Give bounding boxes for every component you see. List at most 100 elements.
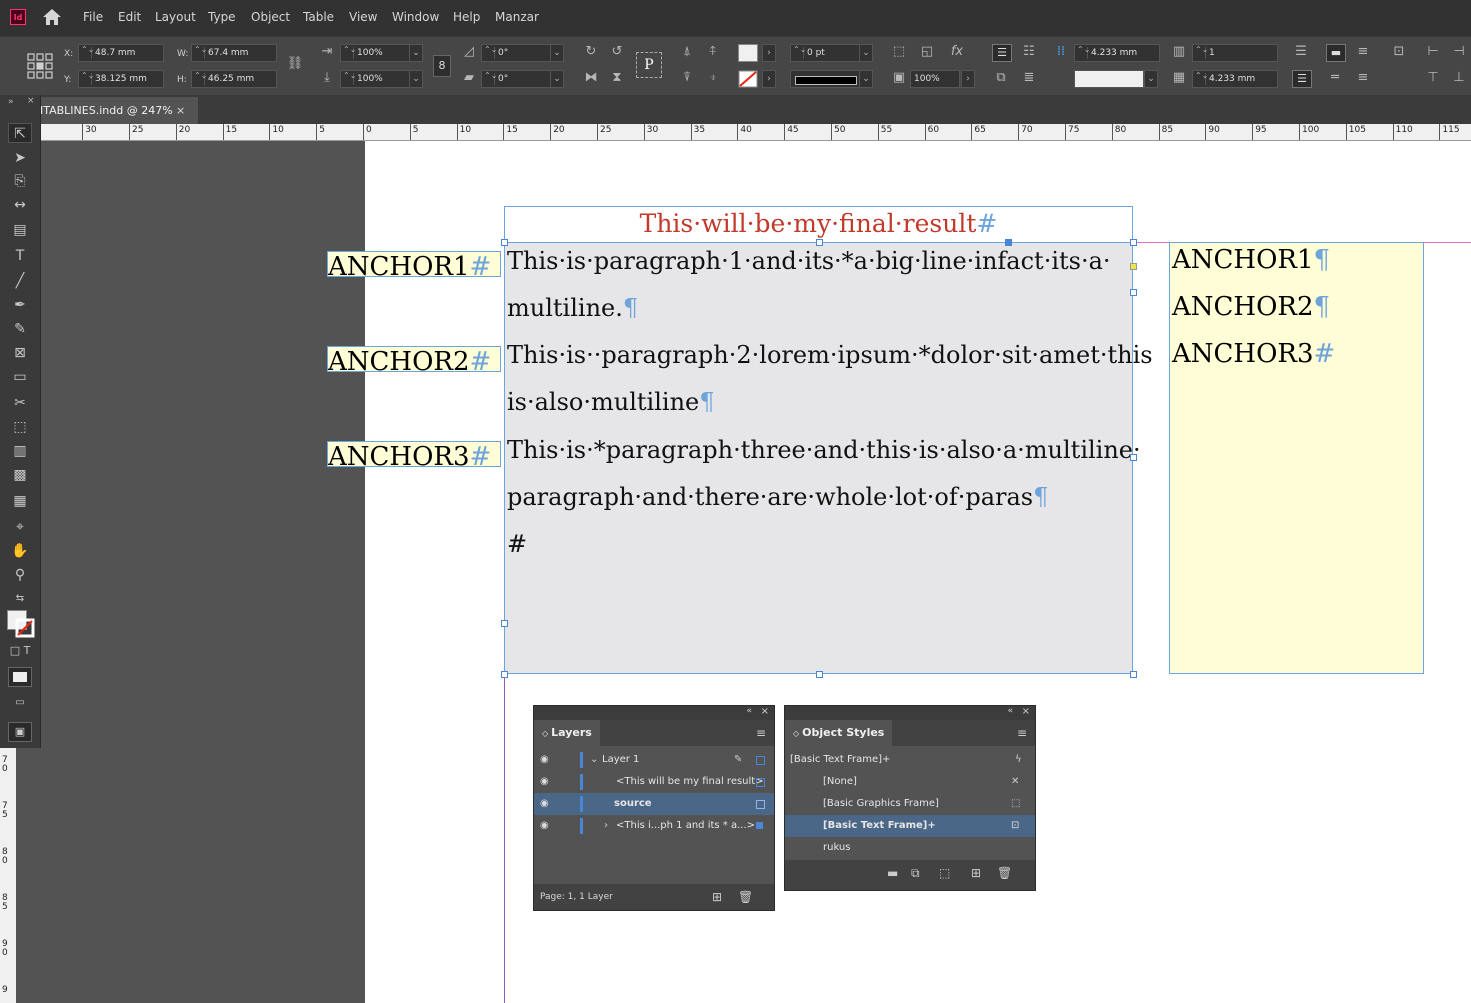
collapse-toolbox-icon[interactable]: » [8,97,14,107]
content-reference-icon[interactable]: P [636,52,662,78]
balance-columns-icon[interactable]: ═ [1326,70,1344,88]
scale-y-field[interactable]: ⌃⌄ 100% [340,70,410,88]
note-tool-icon[interactable]: ▦ [8,491,32,511]
stroke-weight-dropdown[interactable]: ⌄ [859,44,873,62]
visibility-eye-icon[interactable]: ◉ [540,749,549,771]
select-content-icon[interactable]: ⍏ [704,44,722,62]
fill-swatch[interactable] [738,44,758,62]
anchor-frame-2[interactable]: ANCHOR2# [327,346,501,372]
align-top-icon[interactable]: ☰ [992,44,1012,62]
clear-attributes-icon[interactable]: ⬚ [939,860,950,886]
main-text-frame[interactable]: This·is·paragraph·1·and·its·*a·big·line·… [504,242,1153,674]
columns-field[interactable]: ⌃⌄ 1 [1192,44,1278,62]
layer-row-4[interactable]: ◉ › <This i...ph 1 and its * a...> [534,815,774,837]
visibility-eye-icon[interactable]: ◉ [540,771,549,793]
rotation-dropdown[interactable]: ⌄ [550,44,564,62]
stroke-weight-field[interactable]: ⌃⌄ 0 pt [790,44,860,62]
title-text-frame[interactable]: This·will·be·my·final·result# [504,206,1133,243]
flip-vertical-icon[interactable]: ⧗ [608,70,626,88]
anchor-frame-3[interactable]: ANCHOR3# [327,441,501,467]
eyedropper-tool-icon[interactable]: ⌖ [8,517,32,537]
gap-tool-icon[interactable]: ↔ [8,195,32,215]
free-transform-tool-icon[interactable]: ⬚ [8,417,32,437]
menu-table[interactable]: Table [303,10,334,24]
handle-left-middle[interactable] [501,620,508,627]
type-tool-icon[interactable]: T [8,246,32,266]
layer-selection-square[interactable] [756,756,765,765]
scale-x-dropdown[interactable]: ⌄ [409,44,423,62]
text-frame-inset-icon[interactable]: ≡ [1354,70,1372,88]
layer-row-2[interactable]: ◉ <This will be my final result> [534,771,774,793]
collapse-panel-icon[interactable]: « [1007,706,1013,716]
menu-edit[interactable]: Edit [118,10,141,24]
panel-menu-icon[interactable]: ≡ [1017,726,1027,740]
handle-bottom-center[interactable] [816,671,823,678]
style-row-none[interactable]: [None] ✕ [785,771,1035,793]
effects-fx-icon[interactable]: fx [948,44,966,62]
style-row-basic-graphics-frame[interactable]: [Basic Graphics Frame] ⬚ [785,793,1035,815]
handle-bottom-left[interactable] [501,671,508,678]
direct-selection-tool-icon[interactable]: ➤ [8,148,32,168]
collapse-panel-icon[interactable]: « [746,706,752,716]
align-center-icon[interactable]: ☷ [1020,44,1038,62]
rectangle-tool-icon[interactable]: ▭ [8,367,32,387]
preview-mode-icon[interactable]: ▣ [8,722,32,742]
gradient-swatch-tool-icon[interactable]: ▥ [8,441,32,461]
menu-type[interactable]: Type [208,10,236,24]
new-style-group-icon[interactable]: ▬ [887,860,898,886]
reference-point-icon[interactable] [27,53,53,79]
document-tab[interactable]: ITABLINES.indd @ 247% × [40,97,198,124]
pencil-tool-icon[interactable]: ✎ [8,319,32,339]
object-selection-square[interactable] [756,800,765,809]
stroke-type-field[interactable] [790,70,860,88]
close-panel-icon[interactable]: × [1022,706,1030,717]
menu-manzar[interactable]: Manzar [495,10,539,24]
close-panel-icon[interactable]: × [761,706,769,717]
select-next-icon[interactable]: ⍖ [704,70,722,88]
line-tool-icon[interactable]: ╱ [8,271,32,291]
handle-bottom-right[interactable] [1130,671,1137,678]
fit-frame-icon[interactable]: ⊡ [1390,44,1408,62]
object-styles-tab[interactable]: ◇ Object Styles [785,720,893,746]
rectangle-frame-tool-icon[interactable]: ⊠ [8,343,32,363]
close-toolbox-icon[interactable]: × [27,96,35,106]
layers-tab[interactable]: ◇ Layers [534,720,600,746]
align-vertical-centers-icon[interactable]: ⊥ [1450,70,1468,88]
gap-field-a[interactable]: ⌃⌄ 4.233 mm [1074,44,1160,62]
anchor-frame-1[interactable]: ANCHOR1# [327,251,501,277]
formatting-affects-container-icon[interactable]: □ T [8,641,32,661]
scale-y-dropdown[interactable]: ⌄ [409,70,423,88]
color-field[interactable] [1074,70,1144,88]
gutter-field[interactable]: ⌃⌄ 4.233 mm [1192,70,1278,88]
handle-top-left[interactable] [501,239,508,246]
shear-field[interactable]: ⌃⌄ 0° [481,70,551,88]
drop-shadow-icon[interactable]: ◱ [918,44,936,62]
visibility-eye-icon[interactable]: ◉ [540,815,549,837]
gradient-feather-tool-icon[interactable]: ▩ [8,465,32,485]
menu-view[interactable]: View [349,10,377,24]
menu-object[interactable]: Object [251,10,290,24]
handle-top-right[interactable] [1130,239,1137,246]
screen-mode-icon[interactable]: ▭ [8,693,32,713]
justify-icon[interactable]: ≣ [1020,70,1038,88]
rotation-field[interactable]: ⌃⌄ 0° [481,44,551,62]
text-wrap-icon[interactable]: ⧉ [992,70,1010,88]
anchors-text-frame[interactable]: ANCHOR1¶ ANCHOR2¶ ANCHOR3# [1169,242,1424,674]
align-left-edges-icon[interactable]: ⊢ [1424,44,1442,62]
layer-row-1[interactable]: ◉ ⌄ Layer 1 ✎ [534,749,774,771]
list-icon[interactable]: ☰ [1292,44,1310,62]
auto-size-icon[interactable]: ⁞⁞ [1052,44,1070,62]
new-style-icon[interactable]: ⊞ [971,860,981,886]
text-frame-options-icon[interactable]: ≡ [1354,44,1372,62]
object-selection-square[interactable] [756,778,765,787]
menu-file[interactable]: File [83,10,103,24]
horizontal-ruler[interactable]: 30 25 20 15 10 5 0 5 10 15 20 25 30 35 40 45 50 55 60 65 70 7… [40,124,1471,141]
menu-help[interactable]: Help [453,10,480,24]
pen-tool-icon[interactable]: ✒ [8,295,32,315]
rotate-ccw-icon[interactable]: ↺ [608,44,626,62]
fill-dropdown[interactable]: › [762,44,776,62]
stroke-swatch[interactable] [738,70,758,88]
scissors-tool-icon[interactable]: ✂ [8,393,32,413]
clear-overrides-icon[interactable]: ⧉ [911,860,920,886]
menu-window[interactable]: Window [392,10,439,24]
